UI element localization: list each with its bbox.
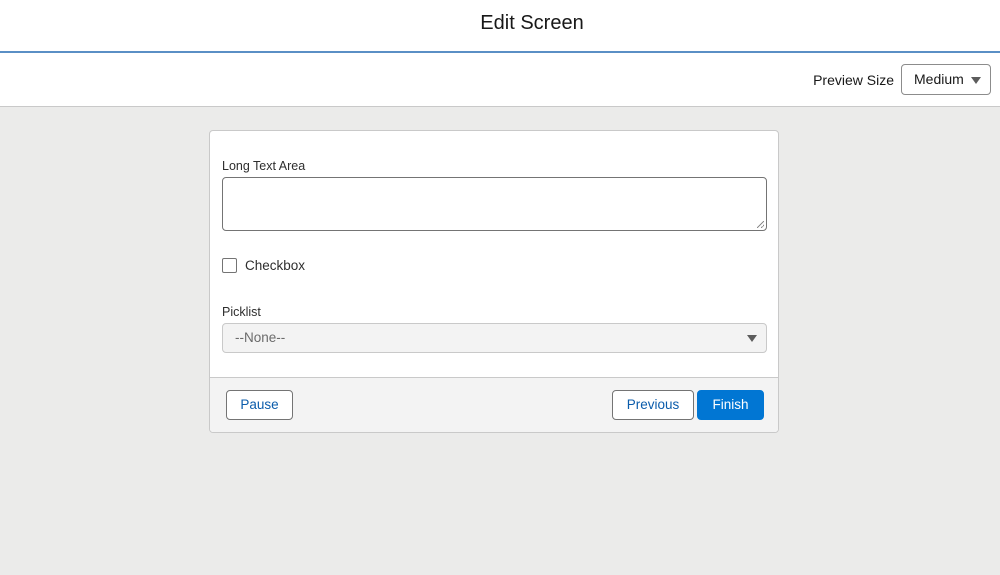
caret-down-icon (747, 335, 757, 342)
finish-button[interactable]: Finish (697, 390, 764, 420)
checkbox-label: Checkbox (245, 257, 306, 273)
picklist-label: Picklist (222, 305, 261, 319)
preview-toolbar: Preview Size Medium (0, 53, 1000, 107)
long-text-area-input[interactable] (222, 177, 767, 231)
picklist-select[interactable]: --None-- (222, 323, 767, 353)
screen-preview-card: Long Text Area Checkbox Picklist --None-… (209, 130, 779, 433)
checkbox-input[interactable] (222, 257, 237, 273)
preview-size-select[interactable]: Medium (901, 64, 991, 95)
pause-button[interactable]: Pause (226, 390, 293, 420)
header: Edit Screen (0, 0, 1000, 51)
picklist-value: --None-- (235, 330, 286, 345)
preview-size-label: Preview Size (813, 72, 894, 88)
previous-button[interactable]: Previous (612, 390, 694, 420)
caret-down-icon (971, 77, 981, 84)
resize-grip-icon[interactable] (757, 221, 764, 228)
long-text-area-label: Long Text Area (222, 159, 306, 173)
checkbox-field[interactable]: Checkbox (222, 257, 305, 273)
page-title: Edit Screen (480, 12, 584, 34)
preview-size-value: Medium (914, 71, 964, 87)
screen-footer: Pause Previous Finish (210, 377, 778, 432)
